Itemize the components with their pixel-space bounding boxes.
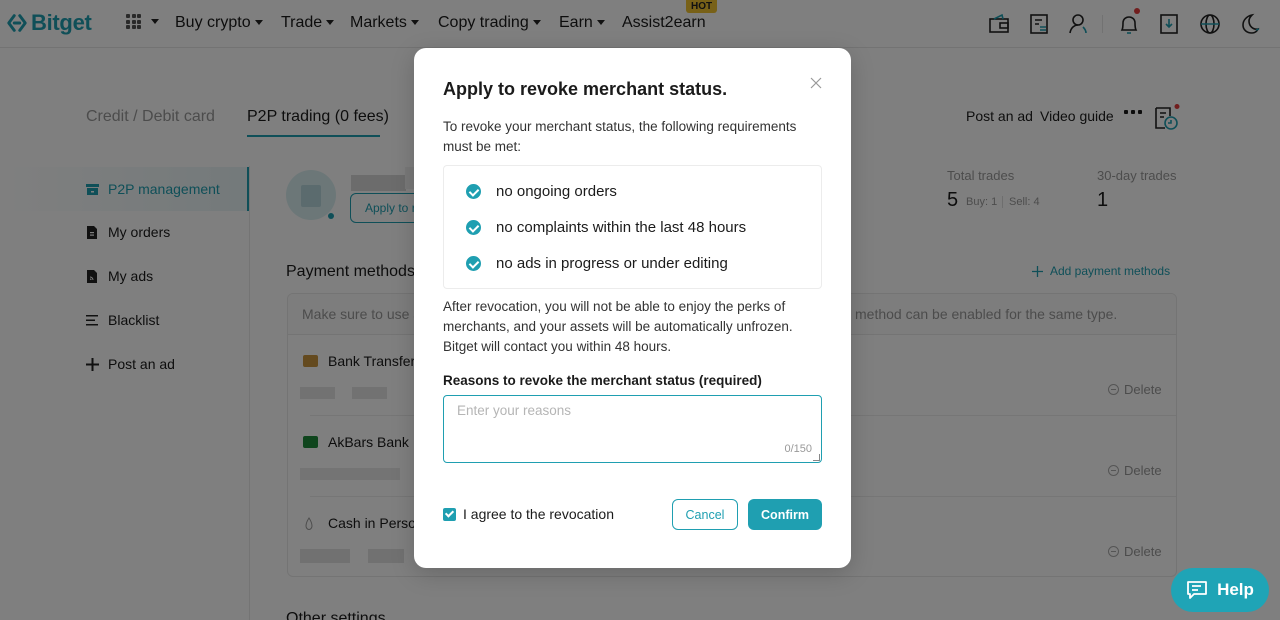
check-circle-icon: [466, 220, 481, 235]
cancel-button[interactable]: Cancel: [672, 499, 738, 530]
help-button[interactable]: Help: [1171, 568, 1269, 612]
check-circle-icon: [466, 184, 481, 199]
character-counter: 0/150: [784, 443, 812, 455]
dialog-intro: To revoke your merchant status, the foll…: [443, 119, 797, 154]
revocation-notice: After revocation, you will not be able t…: [443, 299, 793, 354]
revoke-merchant-dialog: Apply to revoke merchant status. To revo…: [414, 48, 851, 568]
requirement-item: no ads in progress or under editing: [466, 255, 728, 272]
close-icon[interactable]: [809, 76, 823, 90]
chat-icon: [1187, 581, 1207, 599]
requirement-item: no ongoing orders: [466, 183, 617, 200]
check-circle-icon: [466, 256, 481, 271]
checkbox-checked-icon[interactable]: [443, 507, 456, 521]
confirm-button[interactable]: Confirm: [748, 499, 822, 530]
resize-handle[interactable]: [813, 454, 820, 461]
agree-checkbox[interactable]: I agree to the revocation: [443, 506, 614, 522]
reason-textarea[interactable]: [444, 396, 821, 462]
requirements-list: no ongoing orders no complaints within t…: [443, 165, 822, 289]
reason-label: Reasons to revoke the merchant status (r…: [443, 373, 762, 388]
reason-field-wrapper: 0/150: [443, 395, 822, 463]
dialog-title: Apply to revoke merchant status.: [443, 79, 728, 99]
requirement-item: no complaints within the last 48 hours: [466, 219, 746, 236]
